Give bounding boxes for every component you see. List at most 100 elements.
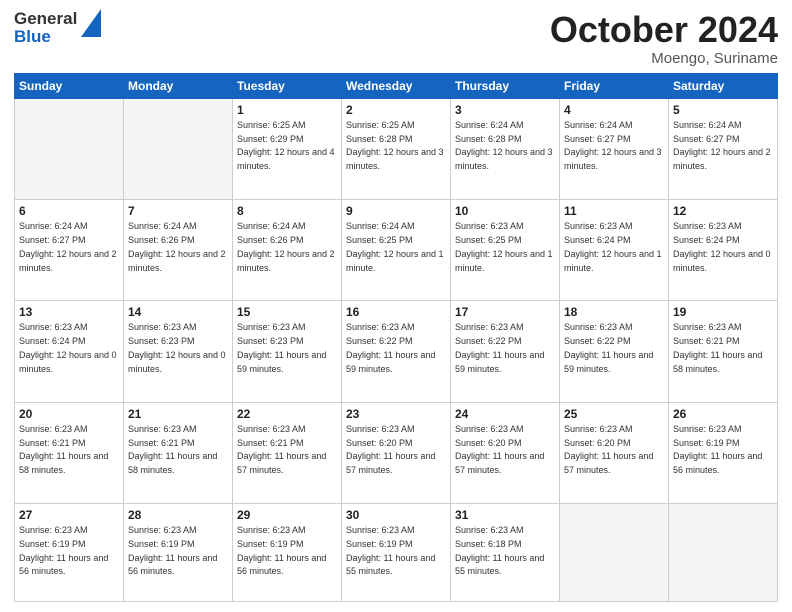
calendar-cell: 3 Sunrise: 6:24 AM Sunset: 6:28 PM Daylig… <box>451 98 560 199</box>
day-number: 14 <box>128 304 228 320</box>
calendar-cell: 30 Sunrise: 6:23 AM Sunset: 6:19 PM Dayli… <box>342 503 451 601</box>
day-info: Sunrise: 6:24 AM Sunset: 6:27 PM Dayligh… <box>673 120 771 171</box>
calendar-cell: 23 Sunrise: 6:23 AM Sunset: 6:20 PM Dayli… <box>342 402 451 503</box>
calendar-cell: 20 Sunrise: 6:23 AM Sunset: 6:21 PM Dayli… <box>15 402 124 503</box>
day-info: Sunrise: 6:24 AM Sunset: 6:27 PM Dayligh… <box>564 120 662 171</box>
day-number: 23 <box>346 406 446 422</box>
day-number: 17 <box>455 304 555 320</box>
day-info: Sunrise: 6:24 AM Sunset: 6:28 PM Dayligh… <box>455 120 553 171</box>
day-number: 25 <box>564 406 664 422</box>
calendar-cell: 12 Sunrise: 6:23 AM Sunset: 6:24 PM Dayli… <box>669 199 778 300</box>
calendar-cell: 7 Sunrise: 6:24 AM Sunset: 6:26 PM Daylig… <box>124 199 233 300</box>
day-info: Sunrise: 6:23 AM Sunset: 6:25 PM Dayligh… <box>455 221 553 272</box>
day-number: 16 <box>346 304 446 320</box>
day-number: 10 <box>455 203 555 219</box>
page-container: General Blue October 2024 Moengo, Surina… <box>0 0 792 612</box>
day-info: Sunrise: 6:24 AM Sunset: 6:27 PM Dayligh… <box>19 221 117 272</box>
calendar-cell: 27 Sunrise: 6:23 AM Sunset: 6:19 PM Dayli… <box>15 503 124 601</box>
day-of-week-header: Thursday <box>451 73 560 98</box>
day-info: Sunrise: 6:23 AM Sunset: 6:21 PM Dayligh… <box>237 424 326 475</box>
calendar-cell: 2 Sunrise: 6:25 AM Sunset: 6:28 PM Daylig… <box>342 98 451 199</box>
title-area: October 2024 Moengo, Suriname <box>550 10 778 67</box>
day-of-week-header: Friday <box>560 73 669 98</box>
calendar-cell: 24Sunrise: 6:23 AM Sunset: 6:20 PM Dayli… <box>451 402 560 503</box>
day-info: Sunrise: 6:23 AM Sunset: 6:22 PM Dayligh… <box>455 322 544 373</box>
calendar-cell: 15 Sunrise: 6:23 AM Sunset: 6:23 PM Dayli… <box>233 301 342 402</box>
day-of-week-header: Wednesday <box>342 73 451 98</box>
calendar-cell: 21Sunrise: 6:23 AM Sunset: 6:21 PM Dayli… <box>124 402 233 503</box>
day-info: Sunrise: 6:24 AM Sunset: 6:25 PM Dayligh… <box>346 221 444 272</box>
day-info: Sunrise: 6:23 AM Sunset: 6:23 PM Dayligh… <box>128 322 226 373</box>
logo-blue: Blue <box>14 28 77 46</box>
logo-triangle-icon <box>81 9 101 37</box>
calendar-cell <box>560 503 669 601</box>
day-info: Sunrise: 6:23 AM Sunset: 6:20 PM Dayligh… <box>346 424 435 475</box>
day-number: 4 <box>564 102 664 118</box>
day-info: Sunrise: 6:25 AM Sunset: 6:28 PM Dayligh… <box>346 120 444 171</box>
day-of-week-header: Sunday <box>15 73 124 98</box>
calendar-cell: 5Sunrise: 6:24 AM Sunset: 6:27 PM Daylig… <box>669 98 778 199</box>
logo-general: General <box>14 10 77 28</box>
location: Moengo, Suriname <box>550 50 778 67</box>
day-info: Sunrise: 6:23 AM Sunset: 6:24 PM Dayligh… <box>673 221 771 272</box>
day-of-week-header: Tuesday <box>233 73 342 98</box>
calendar-cell: 9 Sunrise: 6:24 AM Sunset: 6:25 PM Daylig… <box>342 199 451 300</box>
day-number: 15 <box>237 304 337 320</box>
day-number: 26 <box>673 406 773 422</box>
calendar-cell: 18Sunrise: 6:23 AM Sunset: 6:22 PM Dayli… <box>560 301 669 402</box>
day-number: 20 <box>19 406 119 422</box>
day-info: Sunrise: 6:24 AM Sunset: 6:26 PM Dayligh… <box>237 221 335 272</box>
day-info: Sunrise: 6:23 AM Sunset: 6:20 PM Dayligh… <box>564 424 653 475</box>
logo: General Blue <box>14 10 101 46</box>
day-number: 28 <box>128 507 228 523</box>
calendar-cell: 1 Sunrise: 6:25 AM Sunset: 6:29 PM Daylig… <box>233 98 342 199</box>
day-info: Sunrise: 6:23 AM Sunset: 6:19 PM Dayligh… <box>673 424 762 475</box>
calendar-cell: 13 Sunrise: 6:23 AM Sunset: 6:24 PM Dayli… <box>15 301 124 402</box>
day-number: 8 <box>237 203 337 219</box>
calendar-cell: 25 Sunrise: 6:23 AM Sunset: 6:20 PM Dayli… <box>560 402 669 503</box>
month-title: October 2024 <box>550 10 778 50</box>
calendar-cell: 26 Sunrise: 6:23 AM Sunset: 6:19 PM Dayli… <box>669 402 778 503</box>
calendar-cell: 17 Sunrise: 6:23 AM Sunset: 6:22 PM Dayli… <box>451 301 560 402</box>
day-number: 1 <box>237 102 337 118</box>
day-info: Sunrise: 6:25 AM Sunset: 6:29 PM Dayligh… <box>237 120 335 171</box>
day-info: Sunrise: 6:23 AM Sunset: 6:24 PM Dayligh… <box>19 322 117 373</box>
day-number: 13 <box>19 304 119 320</box>
day-number: 12 <box>673 203 773 219</box>
day-info: Sunrise: 6:23 AM Sunset: 6:21 PM Dayligh… <box>19 424 108 475</box>
calendar-cell <box>124 98 233 199</box>
header: General Blue October 2024 Moengo, Surina… <box>14 10 778 67</box>
day-number: 22 <box>237 406 337 422</box>
day-number: 31 <box>455 507 555 523</box>
day-number: 7 <box>128 203 228 219</box>
day-number: 30 <box>346 507 446 523</box>
calendar-cell <box>15 98 124 199</box>
day-info: Sunrise: 6:24 AM Sunset: 6:26 PM Dayligh… <box>128 221 226 272</box>
day-number: 9 <box>346 203 446 219</box>
day-info: Sunrise: 6:23 AM Sunset: 6:19 PM Dayligh… <box>346 525 435 576</box>
day-number: 27 <box>19 507 119 523</box>
day-number: 11 <box>564 203 664 219</box>
day-info: Sunrise: 6:23 AM Sunset: 6:19 PM Dayligh… <box>237 525 326 576</box>
day-info: Sunrise: 6:23 AM Sunset: 6:23 PM Dayligh… <box>237 322 326 373</box>
calendar-cell: 16Sunrise: 6:23 AM Sunset: 6:22 PM Dayli… <box>342 301 451 402</box>
day-number: 2 <box>346 102 446 118</box>
calendar-cell: 19Sunrise: 6:23 AM Sunset: 6:21 PM Dayli… <box>669 301 778 402</box>
day-info: Sunrise: 6:23 AM Sunset: 6:19 PM Dayligh… <box>128 525 217 576</box>
day-number: 6 <box>19 203 119 219</box>
day-number: 18 <box>564 304 664 320</box>
calendar-cell: 6 Sunrise: 6:24 AM Sunset: 6:27 PM Daylig… <box>15 199 124 300</box>
day-info: Sunrise: 6:23 AM Sunset: 6:19 PM Dayligh… <box>19 525 108 576</box>
day-number: 19 <box>673 304 773 320</box>
calendar-cell: 10 Sunrise: 6:23 AM Sunset: 6:25 PM Dayli… <box>451 199 560 300</box>
calendar-cell: 14 Sunrise: 6:23 AM Sunset: 6:23 PM Dayli… <box>124 301 233 402</box>
calendar-cell <box>669 503 778 601</box>
calendar-cell: 4 Sunrise: 6:24 AM Sunset: 6:27 PM Daylig… <box>560 98 669 199</box>
day-number: 3 <box>455 102 555 118</box>
day-info: Sunrise: 6:23 AM Sunset: 6:21 PM Dayligh… <box>128 424 217 475</box>
calendar-cell: 22 Sunrise: 6:23 AM Sunset: 6:21 PM Dayli… <box>233 402 342 503</box>
calendar-table: SundayMondayTuesdayWednesdayThursdayFrid… <box>14 73 778 602</box>
calendar-cell: 11Sunrise: 6:23 AM Sunset: 6:24 PM Dayli… <box>560 199 669 300</box>
day-of-week-header: Monday <box>124 73 233 98</box>
day-info: Sunrise: 6:23 AM Sunset: 6:18 PM Dayligh… <box>455 525 544 576</box>
